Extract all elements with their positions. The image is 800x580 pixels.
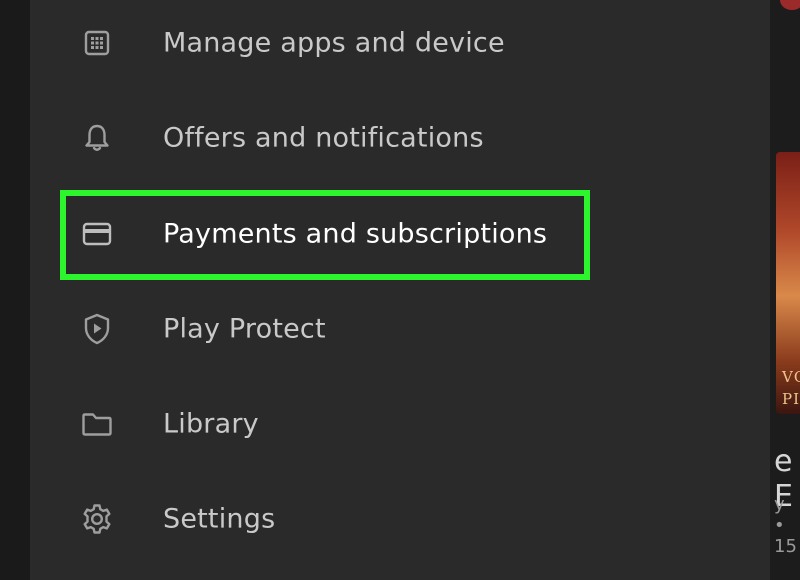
background-content: VC PI e E y • 15 — [770, 0, 800, 580]
gear-icon — [80, 502, 114, 536]
folder-icon — [80, 407, 114, 441]
play-protect-shield-icon — [80, 312, 114, 346]
screen-edge — [0, 0, 30, 580]
menu-item-label: Library — [163, 408, 259, 439]
menu-item-library[interactable]: Library — [30, 376, 770, 471]
menu-item-settings[interactable]: Settings — [30, 471, 770, 566]
thumbnail-text: PI — [782, 390, 800, 408]
bell-icon — [80, 121, 114, 155]
background-meta-peek: y • — [774, 494, 785, 536]
menu-item-offers-notifications[interactable]: Offers and notifications — [30, 90, 770, 185]
menu-item-play-protect[interactable]: Play Protect — [30, 281, 770, 376]
menu-item-manage-apps[interactable]: Manage apps and device — [30, 0, 770, 90]
menu-item-label: Manage apps and device — [163, 27, 505, 58]
thumbnail-text: VC — [782, 368, 800, 386]
background-meta-peek: 15 — [774, 536, 797, 557]
menu-item-label: Settings — [163, 503, 276, 534]
highlight-box — [60, 190, 590, 280]
menu-item-label: Offers and notifications — [163, 122, 484, 153]
movie-thumbnail[interactable]: VC PI — [776, 152, 800, 414]
menu-item-label: Play Protect — [163, 313, 326, 344]
grid-icon — [80, 26, 114, 60]
